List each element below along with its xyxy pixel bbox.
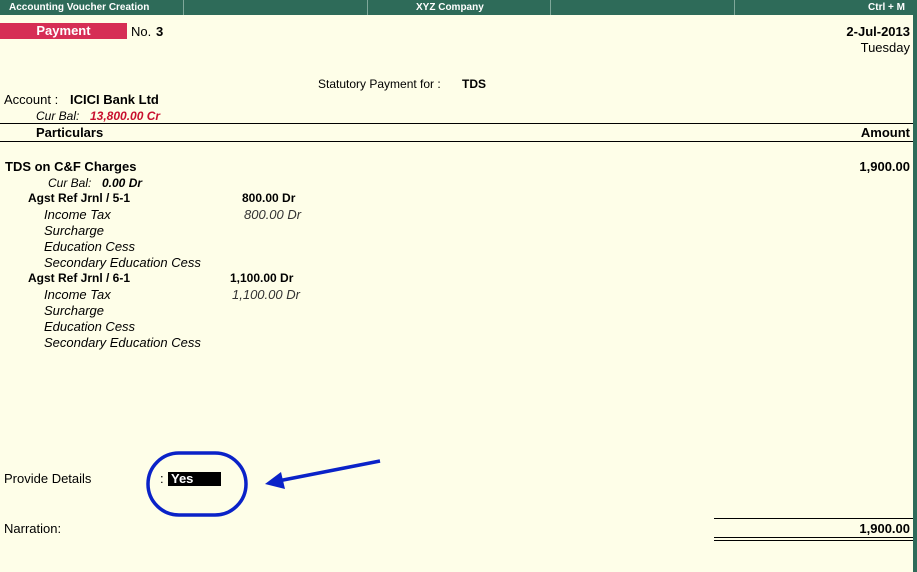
tax-detail-name: Income Tax <box>44 287 111 302</box>
voucher-number-label: No. <box>131 24 152 39</box>
company-name: XYZ Company <box>416 2 484 13</box>
account-label: Account : <box>4 92 59 107</box>
tax-detail-amount: 800.00 Dr <box>244 207 302 222</box>
highlight-circle <box>146 451 248 517</box>
tax-detail-name: Education Cess <box>44 319 136 334</box>
voucher-day: Tuesday <box>860 40 910 55</box>
pointer-arrow-shaft <box>277 459 381 483</box>
bill-ref-amount[interactable]: 1,100.00 Dr <box>230 271 293 285</box>
voucher-date[interactable]: 2-Jul-2013 <box>846 24 910 39</box>
title-separator <box>183 0 184 15</box>
title-separator <box>734 0 735 15</box>
ledger-amount[interactable]: 1,900.00 <box>859 159 910 174</box>
ledger-name[interactable]: TDS on C&F Charges <box>5 159 136 174</box>
tax-detail-name: Surcharge <box>44 223 104 238</box>
title-separator <box>550 0 551 15</box>
tax-detail-name: Education Cess <box>44 239 136 254</box>
account-name[interactable]: ICICI Bank Ltd <box>70 92 159 107</box>
tax-detail-name: Secondary Education Cess <box>44 335 201 350</box>
right-button-bar <box>913 0 917 572</box>
title-bar: Accounting Voucher Creation XYZ Company … <box>0 0 913 15</box>
particulars-header: Particulars <box>36 125 104 140</box>
account-cur-bal-label: Cur Bal: <box>36 109 80 123</box>
title-separator <box>367 0 368 15</box>
statutory-payment-label: Statutory Payment for : <box>318 77 441 91</box>
voucher-type-button[interactable]: Payment <box>0 23 127 39</box>
statutory-payment-value[interactable]: TDS <box>462 77 486 91</box>
bill-ref-amount[interactable]: 800.00 Dr <box>242 191 295 205</box>
pointer-arrow-head <box>265 472 285 489</box>
amount-header: Amount <box>860 125 910 140</box>
tax-detail-amount: 1,100.00 Dr <box>232 287 300 302</box>
bill-ref-label[interactable]: Agst Ref Jrnl / 5-1 <box>28 191 130 205</box>
ledger-cur-bal-value: 0.00 Dr <box>102 176 143 190</box>
table-top-rule <box>0 123 913 124</box>
tax-detail-name: Secondary Education Cess <box>44 255 201 270</box>
voucher-number[interactable]: 3 <box>156 24 163 39</box>
annotation-overlay <box>146 451 381 517</box>
shortcut-label: Ctrl + M <box>868 2 905 13</box>
screen-title: Accounting Voucher Creation <box>9 2 150 13</box>
bill-ref-label[interactable]: Agst Ref Jrnl / 6-1 <box>28 271 130 285</box>
narration-label: Narration: <box>4 521 62 536</box>
tax-detail-name: Surcharge <box>44 303 104 318</box>
provide-details-label: Provide Details <box>4 471 92 486</box>
total-top-rule <box>714 518 913 519</box>
voucher-total: 1,900.00 <box>859 521 910 536</box>
table-header-rule <box>0 141 913 142</box>
total-bottom-rule <box>714 537 913 538</box>
account-cur-bal-value: 13,800.00 Cr <box>90 109 161 123</box>
tax-detail-name: Income Tax <box>44 207 111 222</box>
ledger-cur-bal-label: Cur Bal: <box>48 176 92 190</box>
total-bottom-rule-double <box>714 540 913 541</box>
